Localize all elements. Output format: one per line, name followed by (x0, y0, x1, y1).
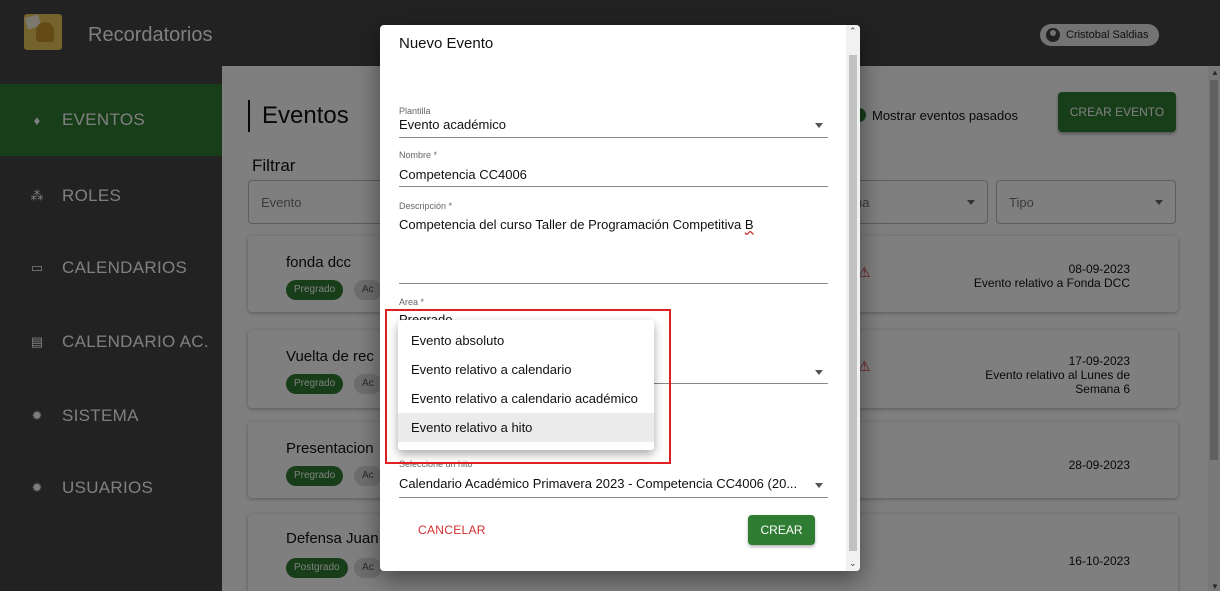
cancel-button[interactable]: CANCELAR (418, 523, 486, 537)
descripcion-textarea[interactable]: Competencia del curso Taller de Programa… (399, 217, 754, 232)
nombre-underline (399, 186, 828, 187)
area-label: Area * (399, 297, 425, 307)
scroll-up-icon[interactable]: ⌃ (849, 26, 857, 37)
descripcion-label: Descripción * (399, 201, 453, 211)
chevron-down-icon[interactable] (815, 483, 823, 488)
menu-item-evento-absoluto[interactable]: Evento absoluto (398, 326, 654, 355)
nombre-label: Nombre * (399, 150, 438, 160)
new-event-dialog: Nuevo Evento Plantilla Evento académico … (380, 25, 860, 571)
chevron-down-icon[interactable] (815, 370, 823, 375)
chevron-down-icon[interactable] (815, 123, 823, 128)
descripcion-text-tail: B (744, 217, 754, 232)
hito-select[interactable]: Calendario Académico Primavera 2023 - Co… (399, 476, 797, 491)
event-type-menu: Evento absoluto Evento relativo a calend… (398, 320, 654, 450)
dialog-title: Nuevo Evento (399, 35, 494, 52)
descripcion-underline (399, 283, 828, 284)
descripcion-text: Competencia del curso Taller de Programa… (399, 217, 745, 232)
scroll-down-icon[interactable]: ⌄ (849, 558, 857, 569)
create-button[interactable]: CREAR (748, 515, 815, 545)
scrollbar-thumb[interactable] (849, 55, 857, 551)
hito-underline (399, 497, 828, 498)
plantilla-label: Plantilla (399, 106, 431, 116)
plantilla-underline (399, 137, 828, 138)
nombre-input[interactable]: Competencia CC4006 (399, 167, 527, 182)
menu-item-relativo-calendario-academico[interactable]: Evento relativo a calendario académico (398, 384, 654, 413)
plantilla-select[interactable]: Evento académico (399, 117, 506, 132)
hito-label: Seleccione un hito (399, 459, 473, 469)
dialog-scrollbar[interactable]: ⌃ ⌄ (846, 25, 860, 571)
menu-item-relativo-hito[interactable]: Evento relativo a hito (398, 413, 654, 442)
menu-item-relativo-calendario[interactable]: Evento relativo a calendario (398, 355, 654, 384)
